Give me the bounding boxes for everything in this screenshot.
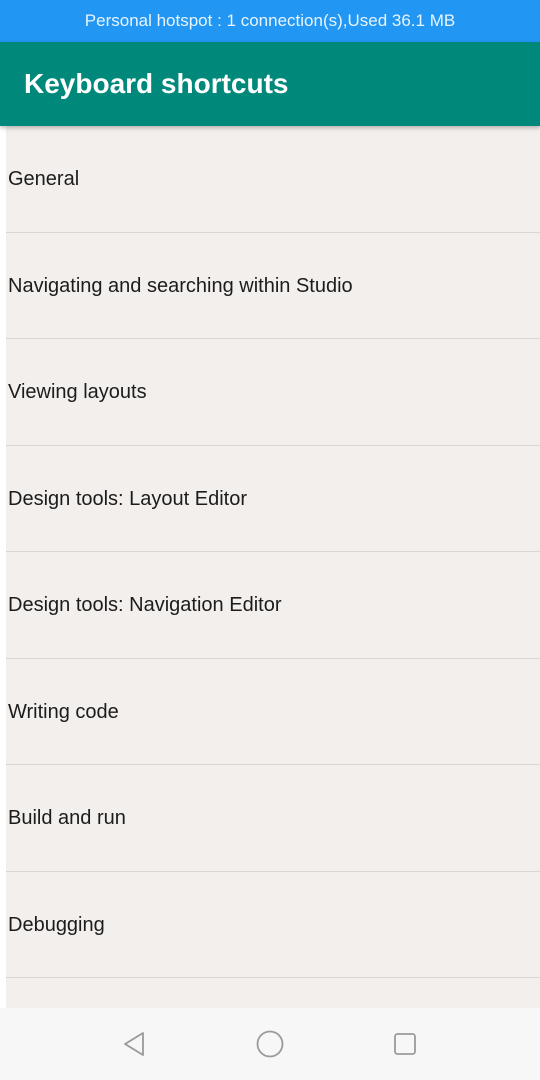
list-item-label: General xyxy=(8,168,80,190)
list-item-label: Design tools: Layout Editor xyxy=(8,487,248,510)
list-item-partial[interactable] xyxy=(6,978,540,1008)
list-item-label: Build and run xyxy=(8,807,126,829)
back-button[interactable] xyxy=(116,1026,152,1062)
system-navigation-bar xyxy=(0,1008,540,1080)
list-item-label: Viewing layouts xyxy=(8,381,147,403)
page-title: Keyboard shortcuts xyxy=(24,68,289,99)
list-item-build-and-run[interactable]: Build and run xyxy=(6,765,540,872)
list-item-navigation-editor[interactable]: Design tools: Navigation Editor xyxy=(6,552,540,659)
square-recents-icon xyxy=(394,1033,416,1055)
recent-apps-button[interactable] xyxy=(387,1026,423,1062)
app-bar: Keyboard shortcuts xyxy=(0,42,540,126)
status-bar: Personal hotspot : 1 connection(s),Used … xyxy=(0,0,540,42)
list-item-label: Navigating and searching within Studio xyxy=(8,274,353,297)
hotspot-status-text: Personal hotspot : 1 connection(s),Used … xyxy=(84,11,456,30)
list-item-label: Debugging xyxy=(8,913,105,936)
shortcut-category-list[interactable]: General Navigating and searching within … xyxy=(0,126,540,1008)
circle-home-icon xyxy=(256,1030,284,1058)
list-item-debugging[interactable]: Debugging xyxy=(6,871,540,978)
list-item-writing-code[interactable]: Writing code xyxy=(6,658,540,765)
list-item-label: Writing code xyxy=(8,700,119,723)
list-item-general[interactable]: General xyxy=(6,126,540,233)
list-item-navigating-searching[interactable]: Navigating and searching within Studio xyxy=(6,232,540,339)
home-button[interactable] xyxy=(252,1026,288,1062)
list-item-layout-editor[interactable]: Design tools: Layout Editor xyxy=(6,445,540,552)
triangle-back-icon xyxy=(124,1032,144,1056)
list-item-label: Design tools: Navigation Editor xyxy=(8,594,282,616)
screen: Personal hotspot : 1 connection(s),Used … xyxy=(0,0,540,1080)
list-item-viewing-layouts[interactable]: Viewing layouts xyxy=(6,339,540,446)
